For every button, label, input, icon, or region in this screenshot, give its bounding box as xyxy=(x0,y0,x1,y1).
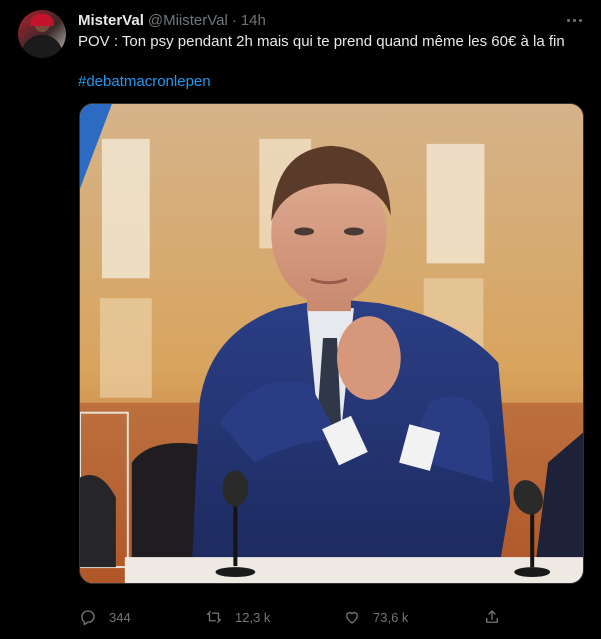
retweet-count: 12,3 k xyxy=(235,609,271,625)
reply-count: 344 xyxy=(109,609,131,625)
tweet[interactable]: MisterVal @MiisterVal · 14h POV : Ton ps… xyxy=(0,0,601,639)
tweet-time[interactable]: 14h xyxy=(241,12,266,29)
tweet-image[interactable] xyxy=(79,103,584,584)
like-count: 73,6 k xyxy=(373,609,409,625)
tweet-actions: 344 12,3 k 73,6 k xyxy=(79,606,584,628)
tweet-header: MisterVal @MiisterVal · 14h xyxy=(78,10,266,30)
tweet-text: POV : Ton psy pendant 2h mais qui te pre… xyxy=(78,33,565,50)
share-icon xyxy=(486,610,498,623)
avatar[interactable] xyxy=(18,10,66,58)
tweet-photo xyxy=(80,104,583,583)
like-icon xyxy=(346,611,358,624)
share-button[interactable] xyxy=(483,606,513,628)
like-button[interactable]: 73,6 k xyxy=(343,606,408,628)
retweet-button[interactable]: 12,3 k xyxy=(205,606,270,628)
hashtag-link[interactable]: #debatmacronlepen xyxy=(78,72,211,92)
reply-icon xyxy=(81,610,95,626)
reply-button[interactable]: 344 xyxy=(79,606,131,628)
author-handle[interactable]: @MiisterVal xyxy=(148,12,228,29)
retweet-icon xyxy=(206,611,222,623)
author-name[interactable]: MisterVal xyxy=(78,12,144,29)
more-icon[interactable] xyxy=(563,12,585,28)
separator: · xyxy=(231,11,237,29)
